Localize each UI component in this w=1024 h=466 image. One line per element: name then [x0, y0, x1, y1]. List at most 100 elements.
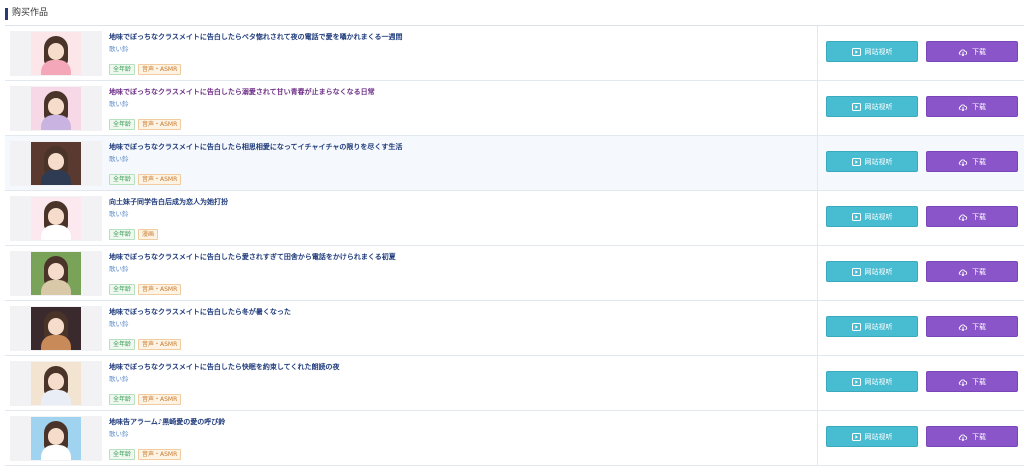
list-item: 地味でぼっちなクラスメイトに告白したら冬が暑くなった 歌い鈴全年龄 音声・ASMR 网…	[5, 301, 1024, 356]
play-screen-icon	[851, 323, 861, 331]
cloud-download-icon	[958, 159, 968, 166]
thumbnail-frame[interactable]	[10, 196, 102, 241]
download-button[interactable]: 下载	[926, 371, 1018, 392]
genre-tag: 音声・ASMR	[138, 339, 182, 350]
watch-online-label: 网站视听	[864, 268, 893, 276]
watch-online-button[interactable]: 网站视听	[826, 426, 918, 447]
cloud-download-icon	[958, 214, 968, 221]
play-screen-icon	[851, 158, 861, 166]
download-button[interactable]: 下载	[926, 206, 1018, 227]
list-item: 地味でぼっちなクラスメイトに告白したら相思相愛になってイチャイチャの限りを尽くす…	[5, 136, 1024, 191]
list-item: 地味でぼっちなクラスメイトに告白したら溺愛されて甘い青春が止まらなくなる日常 歌い…	[5, 81, 1024, 136]
play-screen-icon	[851, 213, 861, 221]
work-author[interactable]: 歌い鈴	[109, 320, 809, 329]
cover-image	[31, 362, 81, 405]
thumbnail-frame[interactable]	[10, 31, 102, 76]
column-divider	[817, 191, 818, 245]
work-author[interactable]: 歌い鈴	[109, 375, 809, 384]
age-rating-tag: 全年龄	[109, 449, 136, 460]
age-rating-tag: 全年龄	[109, 119, 136, 130]
thumbnail-frame[interactable]	[10, 361, 102, 406]
genre-tag: 漫画	[138, 229, 159, 240]
play-screen-icon	[851, 378, 861, 386]
download-button[interactable]: 下载	[926, 316, 1018, 337]
work-author[interactable]: 歌い鈴	[109, 430, 809, 439]
watch-online-button[interactable]: 网站视听	[826, 261, 918, 282]
genre-tag: 音声・ASMR	[138, 284, 182, 295]
list-item: 地味告アラーム♪黒崎愛の愛の呼び鈴 歌い鈴全年龄 音声・ASMR 网站视听 下载	[5, 411, 1024, 466]
download-label: 下载	[972, 48, 986, 56]
purchased-works-list: 地味でぼっちなクラスメイトに告白したらベタ惚れされて夜の電話で愛を囁かれまくる一…	[5, 25, 1024, 466]
download-label: 下载	[972, 433, 986, 441]
list-item: 地味でぼっちなクラスメイトに告白したら快眠を約束してくれた朗読の夜 歌い鈴全年龄音…	[5, 356, 1024, 411]
age-rating-tag: 全年龄	[109, 174, 136, 185]
play-screen-icon	[851, 268, 861, 276]
play-screen-icon	[851, 103, 861, 111]
list-item: 向土妹子同学告白后成为恋人为她打扮 歌い鈴 全年龄 漫画 网站视听 下载	[5, 191, 1024, 246]
column-divider	[817, 356, 818, 410]
cloud-download-icon	[958, 379, 968, 386]
age-rating-tag: 全年龄	[109, 64, 136, 75]
download-button[interactable]: 下载	[926, 96, 1018, 117]
download-button[interactable]: 下载	[926, 426, 1018, 447]
thumbnail-frame[interactable]	[10, 86, 102, 131]
section-header: 购买作品	[0, 0, 1024, 26]
download-label: 下载	[972, 103, 986, 111]
download-label: 下载	[972, 158, 986, 166]
cover-image	[31, 142, 81, 185]
column-divider	[817, 136, 818, 190]
watch-online-label: 网站视听	[864, 323, 893, 331]
section-accent-bar	[5, 8, 8, 20]
work-title[interactable]: 地味告アラーム♪黒崎愛の愛の呼び鈴	[109, 417, 809, 427]
work-title[interactable]: 向土妹子同学告白后成为恋人为她打扮	[109, 197, 809, 207]
work-author[interactable]: 歌い鈴	[109, 155, 809, 164]
genre-tag: 音声・ASMR	[138, 174, 182, 185]
watch-online-button[interactable]: 网站视听	[826, 371, 918, 392]
cover-image	[31, 32, 81, 75]
genre-tag: 音声・ASMR	[138, 394, 182, 405]
watch-online-label: 网站视听	[864, 48, 893, 56]
work-author[interactable]: 歌い鈴	[109, 100, 809, 109]
work-author[interactable]: 歌い鈴	[109, 45, 809, 54]
column-divider	[817, 81, 818, 135]
thumbnail-frame[interactable]	[10, 306, 102, 351]
work-author[interactable]: 歌い鈴	[109, 265, 809, 274]
work-title[interactable]: 地味でぼっちなクラスメイトに告白したら相思相愛になってイチャイチャの限りを尽くす…	[109, 142, 809, 152]
watch-online-button[interactable]: 网站视听	[826, 206, 918, 227]
watch-online-button[interactable]: 网站视听	[826, 151, 918, 172]
cover-image	[31, 307, 81, 350]
watch-online-label: 网站视听	[864, 103, 893, 111]
download-button[interactable]: 下载	[926, 151, 1018, 172]
thumbnail-frame[interactable]	[10, 251, 102, 296]
work-title[interactable]: 地味でぼっちなクラスメイトに告白したら溺愛されて甘い青春が止まらなくなる日常	[109, 87, 809, 97]
download-label: 下载	[972, 378, 986, 386]
list-item: 地味でぼっちなクラスメイトに告白したらベタ惚れされて夜の電話で愛を囁かれまくる一…	[5, 26, 1024, 81]
column-divider	[817, 26, 818, 80]
age-rating-tag: 全年龄	[109, 339, 136, 350]
genre-tag: 音声・ASMR	[138, 119, 182, 130]
column-divider	[817, 301, 818, 355]
download-button[interactable]: 下载	[926, 261, 1018, 282]
watch-online-button[interactable]: 网站视听	[826, 96, 918, 117]
work-title[interactable]: 地味でぼっちなクラスメイトに告白したらベタ惚れされて夜の電話で愛を囁かれまくる一…	[109, 32, 809, 42]
watch-online-button[interactable]: 网站视听	[826, 316, 918, 337]
thumbnail-frame[interactable]	[10, 141, 102, 186]
age-rating-tag: 全年龄	[109, 284, 136, 295]
cloud-download-icon	[958, 104, 968, 111]
cloud-download-icon	[958, 269, 968, 276]
download-label: 下载	[972, 268, 986, 276]
genre-tag: 音声・ASMR	[138, 449, 182, 460]
work-title[interactable]: 地味でぼっちなクラスメイトに告白したら愛されすぎて田舎から電話をかけられまくる初…	[109, 252, 809, 262]
cloud-download-icon	[958, 434, 968, 441]
age-rating-tag: 全年龄	[109, 394, 136, 405]
section-title: 购买作品	[12, 8, 49, 18]
work-title[interactable]: 地味でぼっちなクラスメイトに告白したら冬が暑くなった	[109, 307, 809, 317]
column-divider	[817, 246, 818, 300]
work-author[interactable]: 歌い鈴	[109, 210, 809, 219]
download-button[interactable]: 下载	[926, 41, 1018, 62]
play-screen-icon	[851, 433, 861, 441]
watch-online-button[interactable]: 网站视听	[826, 41, 918, 62]
thumbnail-frame[interactable]	[10, 416, 102, 461]
work-title[interactable]: 地味でぼっちなクラスメイトに告白したら快眠を約束してくれた朗読の夜	[109, 362, 809, 372]
cover-image	[31, 87, 81, 130]
